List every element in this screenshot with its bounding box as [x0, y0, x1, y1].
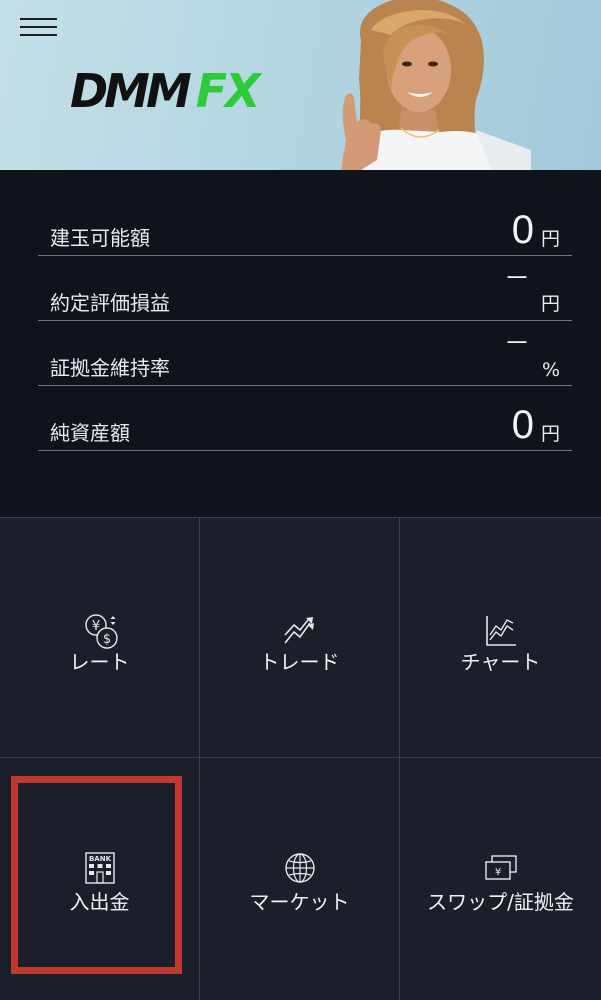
summary-value: 0 [511, 208, 534, 252]
summary-row-net-assets: 純資産額 0 円 [38, 385, 572, 451]
menu-tile-label: トレード [259, 650, 340, 674]
trade-chart-icon [283, 617, 314, 644]
yen-cards-icon: ¥ [484, 855, 517, 880]
yen-icon-text: ¥ [494, 867, 500, 878]
hamburger-menu-icon[interactable] [20, 15, 58, 39]
chart-icon [485, 616, 516, 646]
main-menu-grid: ¥ $ レート トレード チャート BANK 入出金 マーケット ¥ スワップ/… [0, 517, 601, 1000]
summary-label: 約定評価損益 [50, 291, 170, 315]
logo-fx: FX [195, 64, 261, 118]
menu-tile-swap-margin[interactable]: ¥ スワップ/証拠金 [400, 757, 601, 1000]
account-summary: 建玉可能額 0 円 約定評価損益 － 円 証拠金維持率 － % 純資産額 0 円 [0, 170, 601, 517]
summary-label: 建玉可能額 [50, 226, 150, 250]
summary-unit: 円 [540, 293, 560, 315]
app-header: DMM FX [0, 0, 601, 170]
menu-tile-label: チャート [460, 650, 541, 674]
summary-row-available-margin: 建玉可能額 0 円 [38, 190, 572, 256]
summary-value: － [503, 328, 530, 358]
dmm-fx-logo: DMM FX [70, 64, 261, 118]
menu-tile-label: 入出金 [69, 890, 130, 914]
summary-label: 純資産額 [50, 421, 130, 445]
currency-exchange-icon: ¥ $ [84, 614, 118, 649]
summary-value: 0 [511, 403, 534, 447]
summary-row-unrealized-pl: 約定評価損益 － 円 [38, 255, 572, 321]
banner-model-photo [341, 0, 531, 170]
summary-label: 証拠金維持率 [50, 356, 170, 380]
svg-text:$: $ [102, 632, 110, 647]
menu-tile-label: スワップ/証拠金 [427, 890, 574, 914]
menu-tile-chart[interactable]: チャート [400, 517, 601, 757]
summary-unit: 円 [540, 423, 560, 445]
menu-tile-label: マーケット [249, 890, 350, 914]
summary-value: － [503, 263, 530, 293]
summary-unit: % [541, 359, 560, 381]
summary-unit: 円 [540, 228, 560, 250]
menu-tile-deposit-withdraw[interactable]: BANK 入出金 [0, 757, 200, 1000]
summary-row-margin-ratio: 証拠金維持率 － % [38, 320, 572, 386]
bank-icon: BANK [84, 852, 115, 884]
menu-tile-trade[interactable]: トレード [200, 517, 400, 757]
menu-tile-label: レート [69, 650, 130, 674]
bank-icon-text: BANK [88, 855, 111, 863]
logo-dmm: DMM [70, 64, 192, 118]
menu-tile-market[interactable]: マーケット [200, 757, 400, 1000]
globe-icon [284, 853, 315, 883]
menu-tile-rate[interactable]: ¥ $ レート [0, 517, 200, 757]
